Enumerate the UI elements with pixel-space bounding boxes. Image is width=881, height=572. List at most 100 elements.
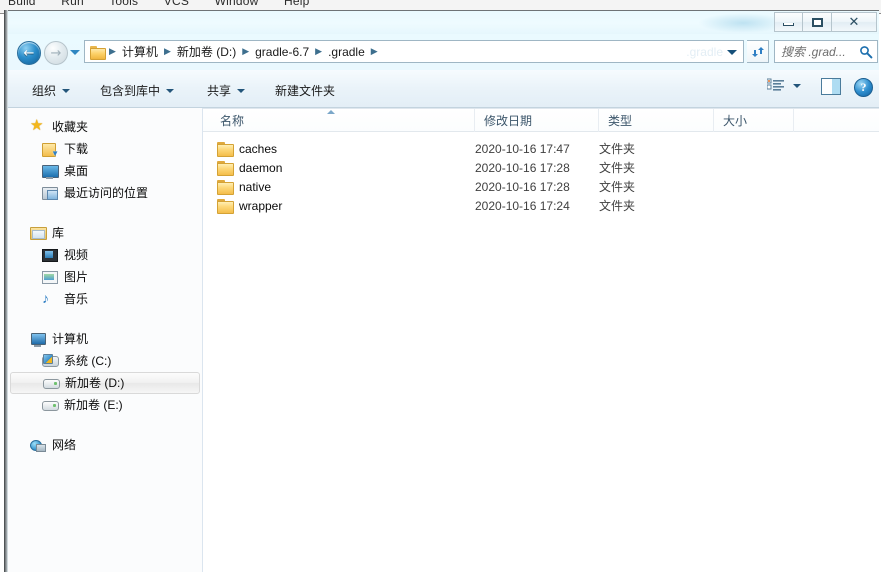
- breadcrumb-gradle-6-7[interactable]: gradle-6.7: [251, 43, 313, 61]
- address-bar[interactable]: ▶ 计算机 ▶ 新加卷 (D:) ▶ gradle-6.7 ▶ .gradle …: [84, 40, 744, 63]
- sidebar-item-downloads[interactable]: 下载: [8, 138, 202, 160]
- breadcrumb-drive-d[interactable]: 新加卷 (D:): [173, 41, 240, 62]
- breadcrumb-computer[interactable]: 计算机: [118, 41, 162, 62]
- sidebar-header-label: 收藏夹: [52, 120, 89, 134]
- cell-type: 文件夹: [599, 161, 636, 175]
- sidebar-header-favorites[interactable]: ★ 收藏夹: [8, 116, 202, 138]
- video-icon: [42, 247, 58, 263]
- maximize-button[interactable]: [803, 12, 832, 32]
- breadcrumb-dot-gradle[interactable]: .gradle: [324, 43, 369, 61]
- folder-icon: [217, 198, 234, 214]
- title-bar: ✕: [8, 10, 879, 34]
- cell-date-modified: 2020-10-16 17:28: [475, 160, 570, 175]
- change-view-button[interactable]: [767, 78, 801, 94]
- minimize-icon: [783, 23, 794, 26]
- sidebar-item-label: 最近访问的位置: [64, 186, 149, 200]
- column-header-date-modified[interactable]: 修改日期: [475, 109, 599, 132]
- share-button[interactable]: 共享: [201, 79, 251, 102]
- sidebar-item-label: 桌面: [64, 164, 89, 178]
- network-icon: [30, 437, 46, 453]
- sidebar-item-drive-c[interactable]: 系统 (C:): [8, 350, 202, 372]
- breadcrumb-separator-icon-0[interactable]: ▶: [107, 47, 118, 57]
- table-row[interactable]: wrapper 2020-10-16 17:24 文件夹: [203, 196, 879, 215]
- include-in-library-button[interactable]: 包含到库中: [94, 79, 180, 102]
- folder-icon: [217, 160, 234, 176]
- sidebar-group-computer: 计算机 系统 (C:) 新加卷 (D:) 新加卷 (E:): [8, 328, 202, 416]
- table-row[interactable]: daemon 2020-10-16 17:28 文件夹: [203, 158, 879, 177]
- search-icon[interactable]: [859, 45, 873, 59]
- breadcrumb-separator-icon-3[interactable]: ▶: [313, 47, 324, 57]
- breadcrumb-separator-icon-4[interactable]: ▶: [369, 47, 380, 57]
- background-app-menu-items: Build Run Tools VCS Window Help: [8, 0, 332, 8]
- window-controls: ✕: [774, 12, 877, 32]
- forward-arrow-icon: →: [50, 45, 62, 61]
- file-rows: caches 2020-10-16 17:47 文件夹 daemon 2020-…: [203, 132, 879, 215]
- sidebar-item-drive-d[interactable]: 新加卷 (D:): [10, 372, 200, 394]
- preview-pane-icon: [821, 78, 841, 95]
- help-icon: ?: [854, 78, 873, 97]
- sidebar-header-label: 计算机: [52, 332, 89, 346]
- recent-locations-chevron-down-icon[interactable]: [70, 50, 80, 55]
- column-header-size[interactable]: 大小: [714, 109, 794, 132]
- address-ghost-text: .gradle: [686, 44, 723, 59]
- file-name-label: caches: [239, 141, 278, 156]
- preview-pane-button[interactable]: [821, 78, 841, 95]
- sidebar-item-music[interactable]: ♪ 音乐: [8, 288, 202, 310]
- sidebar-header-libraries[interactable]: 库: [8, 222, 202, 244]
- file-name-label: daemon: [239, 160, 283, 175]
- table-row[interactable]: native 2020-10-16 17:28 文件夹: [203, 177, 879, 196]
- cell-date-modified: 2020-10-16 17:47: [475, 141, 570, 156]
- back-arrow-icon: ←: [23, 45, 35, 61]
- cell-name: native: [217, 177, 271, 196]
- sidebar-group-favorites: ★ 收藏夹 下载 桌面 最近访问的位置: [8, 116, 202, 204]
- chevron-down-icon: [793, 84, 801, 88]
- folder-icon: [90, 45, 106, 60]
- sidebar-header-label: 库: [52, 226, 65, 240]
- bg-menu-item-vcs: VCS: [163, 0, 190, 8]
- sidebar-item-videos[interactable]: 视频: [8, 244, 202, 266]
- drive-icon: [43, 375, 60, 391]
- new-folder-button[interactable]: 新建文件夹: [269, 79, 341, 102]
- sidebar-item-drive-e[interactable]: 新加卷 (E:): [8, 394, 202, 416]
- column-header-row: 名称 修改日期 类型 大小: [203, 108, 879, 132]
- sidebar-header-network[interactable]: 网络: [8, 434, 202, 456]
- table-row[interactable]: caches 2020-10-16 17:47 文件夹: [203, 139, 879, 158]
- search-input[interactable]: 搜索 .grad...: [774, 40, 878, 63]
- new-folder-label: 新建文件夹: [275, 84, 336, 98]
- cell-type: 文件夹: [599, 142, 636, 156]
- breadcrumb-separator-icon-2[interactable]: ▶: [240, 47, 251, 57]
- back-button[interactable]: ←: [17, 41, 41, 65]
- cell-date-modified: 2020-10-16 17:28: [475, 179, 570, 194]
- breadcrumb-separator-icon-1[interactable]: ▶: [162, 47, 173, 57]
- share-label: 共享: [207, 84, 232, 98]
- minimize-button[interactable]: [774, 12, 803, 32]
- cell-date-modified: 2020-10-16 17:24: [475, 198, 570, 213]
- refresh-icon: [751, 46, 764, 57]
- column-header-type[interactable]: 类型: [599, 109, 714, 132]
- cell-name: caches: [217, 139, 277, 158]
- forward-button[interactable]: →: [44, 41, 68, 65]
- sidebar-header-computer[interactable]: 计算机: [8, 328, 202, 350]
- sidebar-item-label: 图片: [64, 270, 89, 284]
- close-button[interactable]: ✕: [832, 12, 877, 32]
- sidebar-item-desktop[interactable]: 桌面: [8, 160, 202, 182]
- cell-name: wrapper: [217, 196, 282, 215]
- explorer-window: ✕ ← → ▶ 计算机 ▶ 新加卷 (D:) ▶ gradle-6.7 ▶ .g…: [4, 10, 879, 572]
- refresh-button[interactable]: [747, 40, 769, 63]
- organize-button[interactable]: 组织: [26, 79, 76, 102]
- cell-type: 文件夹: [599, 199, 636, 213]
- address-dropdown-chevron-down-icon[interactable]: [727, 50, 737, 55]
- sidebar-item-pictures[interactable]: 图片: [8, 266, 202, 288]
- address-bar-row: ← → ▶ 计算机 ▶ 新加卷 (D:) ▶ gradle-6.7 ▶ .gra…: [8, 34, 879, 70]
- sidebar-item-label: 新加卷 (E:): [64, 398, 123, 412]
- sidebar-item-recent-places[interactable]: 最近访问的位置: [8, 182, 202, 204]
- sidebar-group-network: 网络: [8, 434, 202, 456]
- view-list-icon: [767, 78, 784, 91]
- folder-icon: [217, 179, 234, 195]
- column-header-name[interactable]: 名称: [211, 109, 475, 132]
- picture-icon: [42, 269, 58, 285]
- drive-icon: [42, 397, 59, 413]
- search-placeholder: 搜索 .grad...: [781, 45, 846, 59]
- file-list-pane: 名称 修改日期 类型 大小 caches 2020-10-16 17:47 文件…: [203, 108, 879, 572]
- help-button[interactable]: ?: [854, 78, 873, 97]
